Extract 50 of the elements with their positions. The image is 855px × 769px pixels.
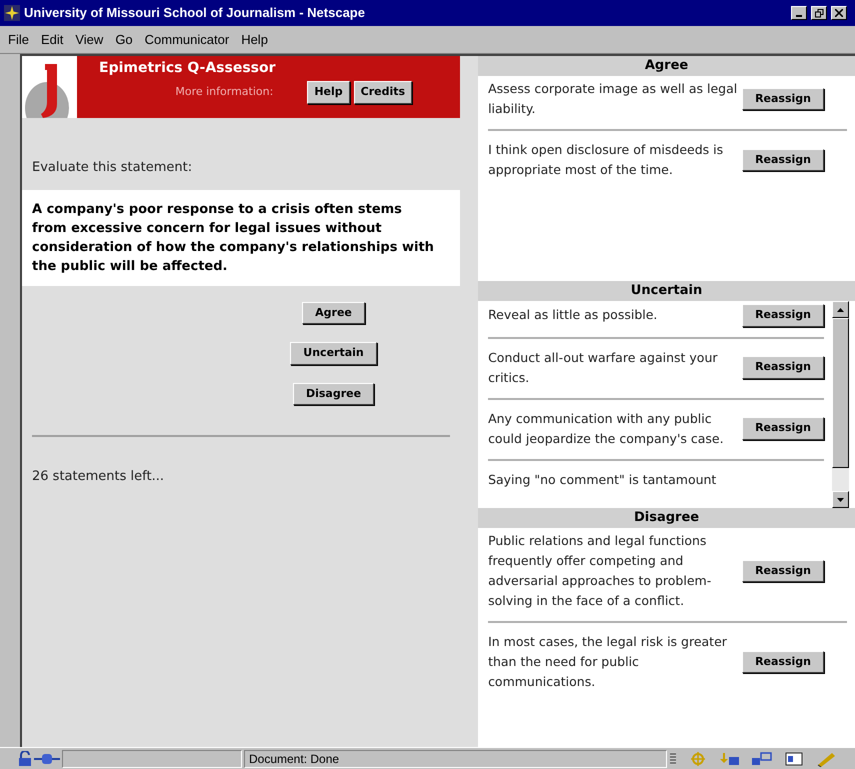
down-arrow-icon[interactable] bbox=[837, 498, 844, 502]
list-icon bbox=[669, 750, 677, 766]
vote-button[interactable]: Disagree bbox=[292, 382, 374, 405]
statement-text: Saying "no comment" is tantamount bbox=[488, 470, 718, 489]
menu-item[interactable]: Go bbox=[115, 30, 133, 50]
reassign-button[interactable]: Reassign bbox=[742, 356, 824, 379]
help-button[interactable]: Help bbox=[307, 81, 350, 104]
restore-icon bbox=[814, 8, 824, 18]
menu-item[interactable]: File bbox=[8, 30, 29, 50]
j-logo bbox=[22, 56, 77, 118]
close-button[interactable] bbox=[831, 6, 847, 20]
scrollbar[interactable] bbox=[832, 301, 849, 508]
up-arrow-icon[interactable] bbox=[837, 308, 844, 312]
section-header: Agree bbox=[478, 56, 855, 76]
netscape-icon bbox=[4, 5, 20, 21]
statement-card: A company's poor response to a crisis often stems from excessive concern for legal issues without consideration of how the company's relationships with the public will be affected. bbox=[22, 190, 460, 286]
statement-text: Public relations and legal functions frequently offer competing and adversarial approaches to problem-solving in the face of a conflict. bbox=[488, 532, 712, 610]
remaining-count: 26 statements left... bbox=[31, 468, 165, 486]
statement-text: In most cases, the legal risk is greater than the need for public communications. bbox=[488, 633, 728, 691]
reassign-button[interactable]: Reassign bbox=[742, 650, 824, 674]
menu-item[interactable]: Edit bbox=[40, 30, 64, 50]
statement-text: Conduct all-out warfare against your critics. bbox=[488, 348, 719, 386]
menu-item[interactable]: Help bbox=[241, 30, 268, 50]
info-label: More information: bbox=[175, 84, 274, 100]
statement-text: I think open disclosure of misdeeds is appropriate most of the time. bbox=[488, 141, 724, 179]
reassign-button[interactable]: Reassign bbox=[742, 148, 824, 172]
reassign-button[interactable]: Reassign bbox=[742, 560, 824, 582]
vote-button[interactable]: Uncertain bbox=[290, 342, 377, 364]
vote-button[interactable]: Agree bbox=[302, 302, 365, 324]
app-title: Epimetrics Q-Assessor bbox=[99, 59, 277, 78]
reassign-button[interactable]: Reassign bbox=[742, 417, 824, 440]
status-text: Document: Done bbox=[249, 750, 340, 768]
reassign-button[interactable]: Reassign bbox=[742, 304, 824, 326]
plug-icon bbox=[34, 752, 60, 766]
section-header: Uncertain bbox=[478, 281, 855, 301]
statement-text: Any communication with any public could jeopardize the company's case. bbox=[488, 410, 725, 448]
close-icon bbox=[835, 9, 843, 17]
minimize-button[interactable] bbox=[791, 6, 807, 20]
lock-icon bbox=[18, 750, 32, 766]
menu-item[interactable]: Communicator bbox=[144, 30, 230, 50]
prompt-text: Evaluate this statement: bbox=[31, 159, 194, 177]
credits-button[interactable]: Credits bbox=[354, 81, 412, 104]
reassign-button[interactable]: Reassign bbox=[742, 88, 824, 110]
minimize-icon bbox=[796, 15, 802, 17]
window-title: University of Missouri School of Journalism - Netscape bbox=[24, 4, 366, 22]
restore-button[interactable] bbox=[811, 6, 827, 20]
menu-item[interactable]: View bbox=[75, 30, 104, 50]
statement-text: Assess corporate image as well as legal liability. bbox=[488, 80, 738, 118]
statement-text: Reveal as little as possible. bbox=[488, 306, 658, 324]
section-header: Disagree bbox=[478, 508, 855, 528]
